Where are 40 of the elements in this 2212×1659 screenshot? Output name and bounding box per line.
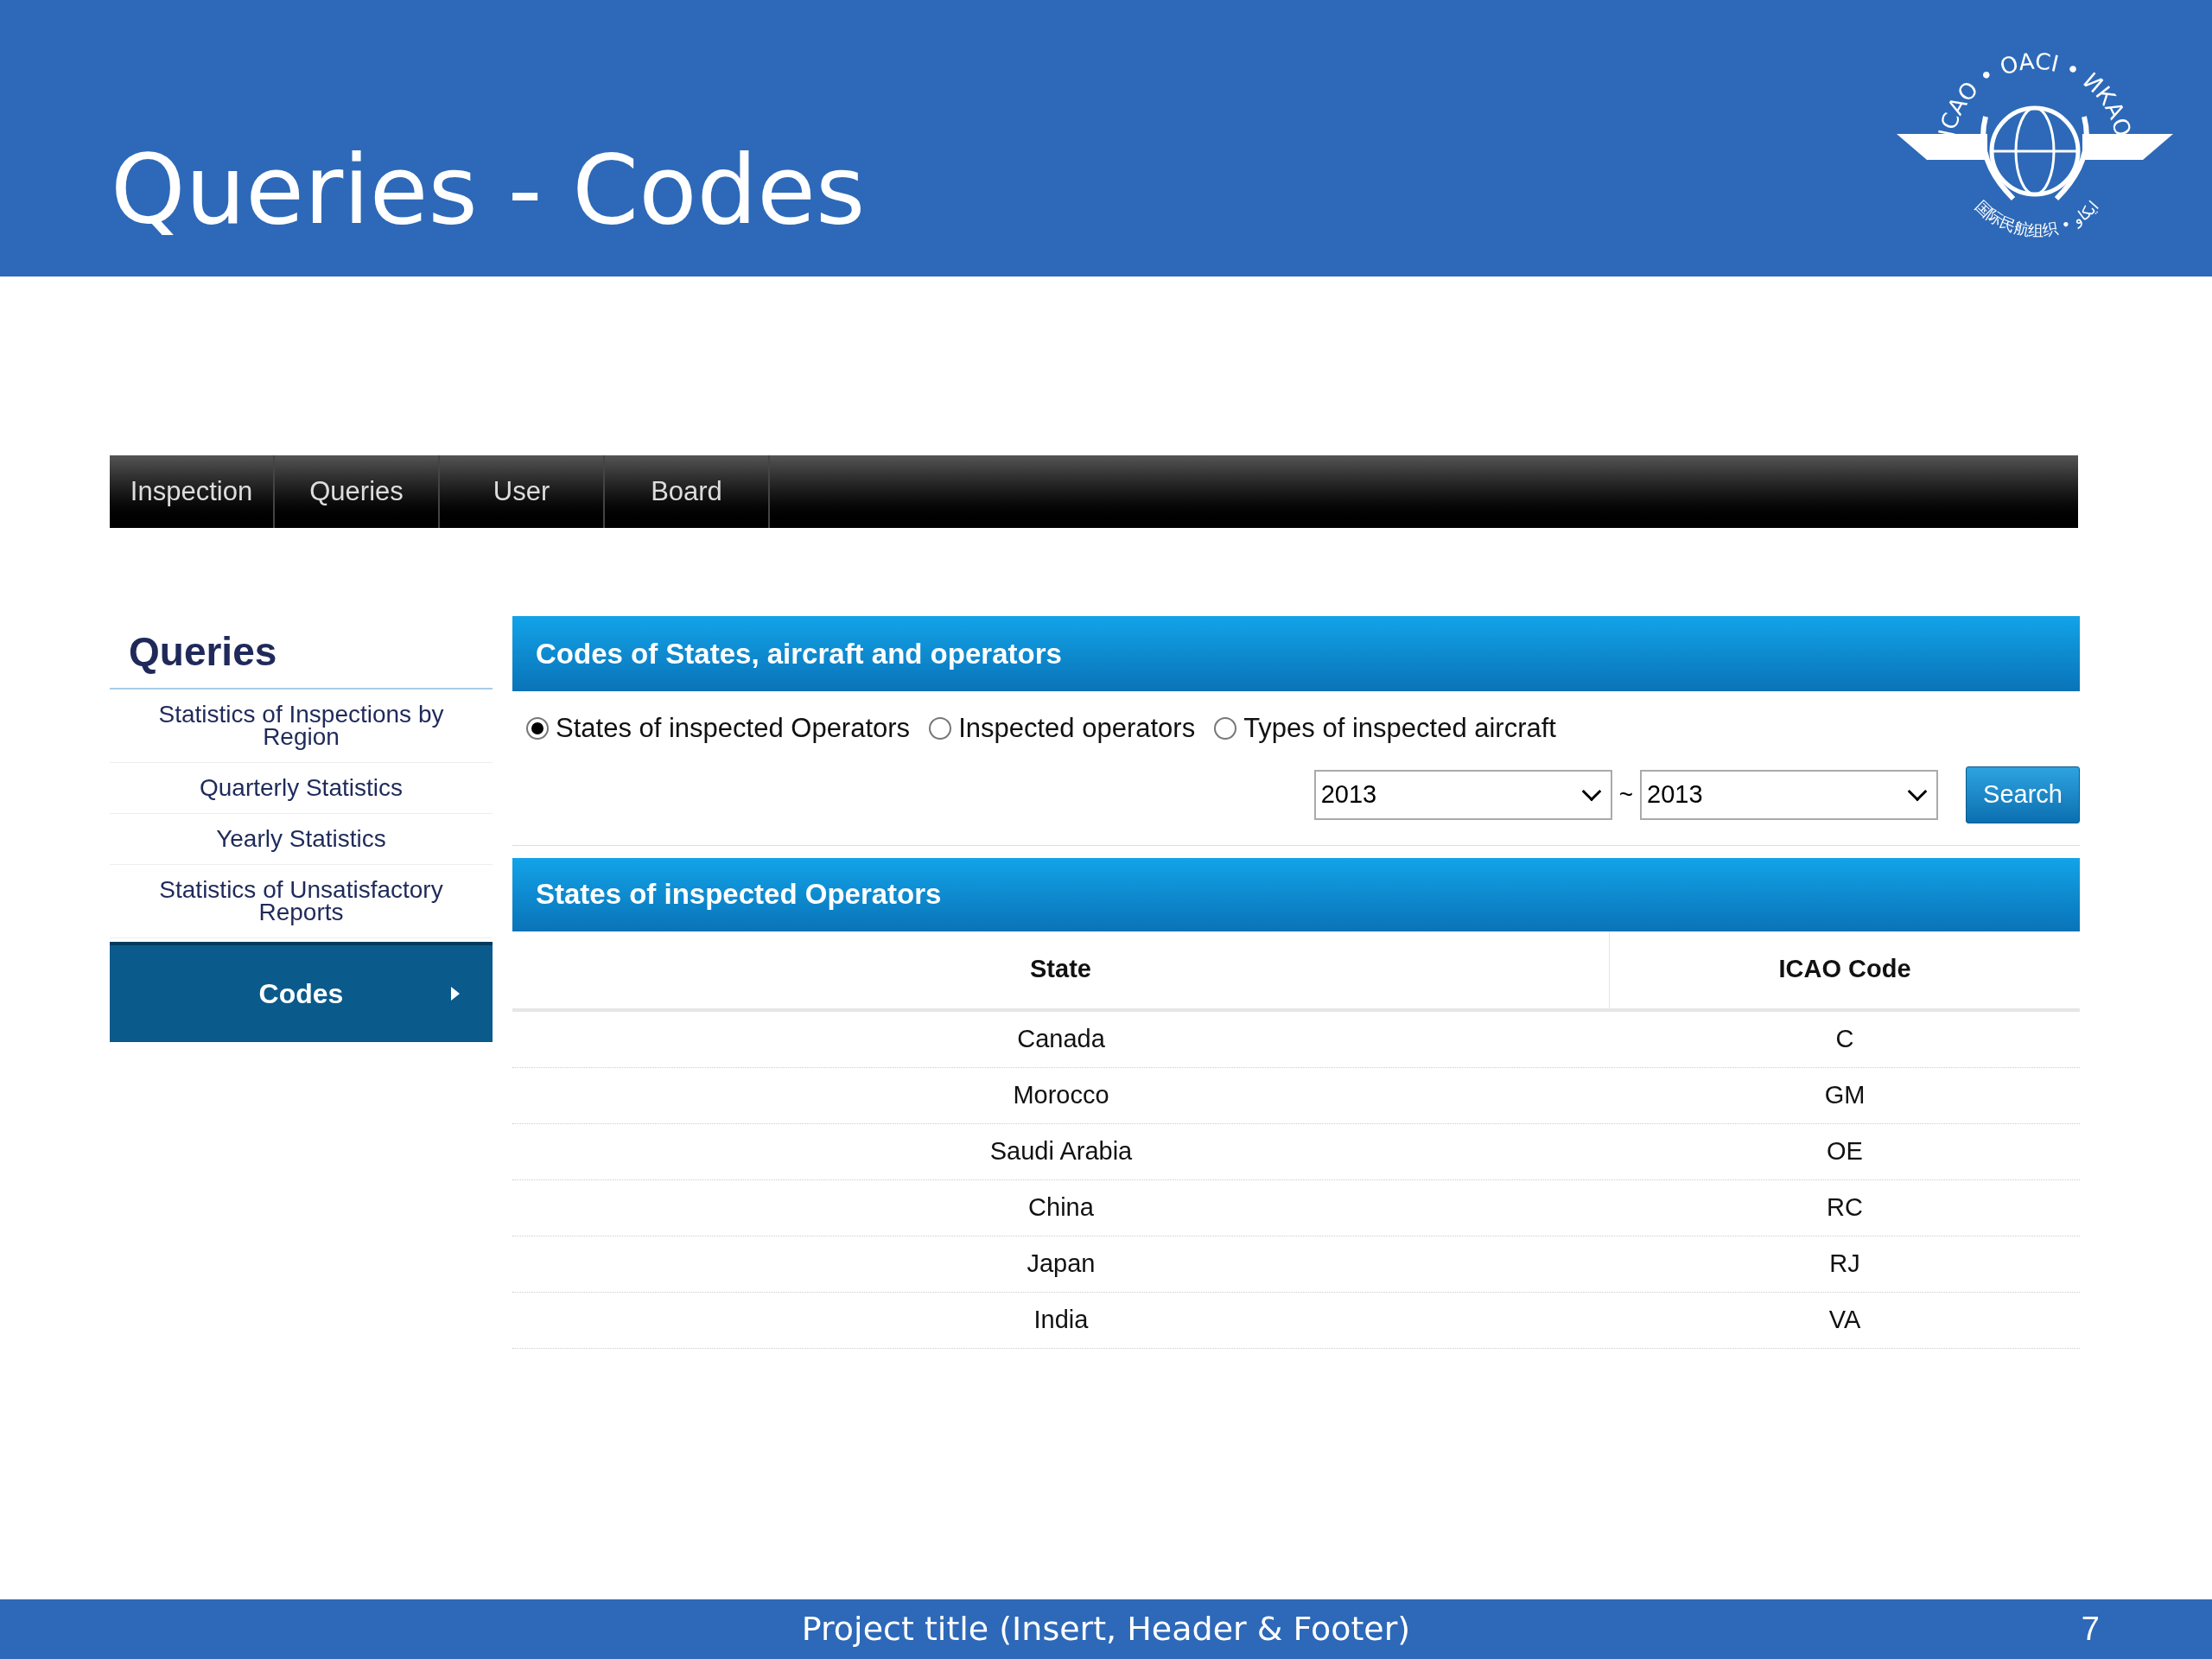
radio-button[interactable] bbox=[526, 717, 549, 741]
footer-text: Project title (Insert, Header & Footer) bbox=[801, 1609, 1411, 1649]
nav-tab[interactable]: Inspection bbox=[110, 455, 275, 528]
table-cell-text: C bbox=[1834, 1023, 1855, 1054]
nav-tab[interactable]: User bbox=[440, 455, 605, 528]
column-header: State bbox=[512, 931, 1610, 1008]
panel-header: Codes of States, aircraft and operators bbox=[512, 616, 2080, 691]
table-cell-text: India bbox=[1033, 1304, 1090, 1335]
results-header: States of inspected Operators bbox=[512, 857, 2080, 931]
year-select[interactable]: 2013 bbox=[1313, 769, 1612, 820]
arrow-icon bbox=[451, 987, 460, 1001]
radio-button[interactable] bbox=[1214, 717, 1237, 741]
table-cell-text: Japan bbox=[1026, 1248, 1096, 1279]
column-header: ICAO Code bbox=[1777, 954, 1912, 985]
table-cell-text: OE bbox=[1826, 1135, 1864, 1166]
sidebar-item[interactable]: Statistics of Inspections by Region bbox=[110, 690, 493, 763]
sidebar-item[interactable]: Yearly Statistics bbox=[110, 814, 493, 865]
table-cell-text: VA bbox=[1827, 1304, 1862, 1335]
nav-tab[interactable]: Board bbox=[605, 455, 770, 528]
radio-option[interactable]: Types of inspected aircraft bbox=[1214, 709, 1556, 749]
radio-option[interactable]: Inspected operators bbox=[929, 709, 1196, 749]
table-cell-text: RC bbox=[1826, 1192, 1864, 1223]
table-cell-text: China bbox=[1027, 1192, 1095, 1223]
radio-option[interactable]: States of inspected Operators bbox=[526, 709, 911, 749]
page-number: 7 bbox=[2081, 1610, 2100, 1649]
slide-title: Queries - Codes bbox=[111, 143, 866, 238]
range-separator: ~ bbox=[1618, 779, 1633, 810]
sidebar-item[interactable]: Codes bbox=[110, 942, 493, 1042]
table-cell-text: GM bbox=[1823, 1079, 1866, 1110]
sidebar-title: Queries bbox=[110, 616, 493, 690]
table-cell-text: Saudi Arabia bbox=[988, 1135, 1134, 1166]
table-cell-text: RJ bbox=[1828, 1248, 1861, 1279]
table-cell-text: Morocco bbox=[1012, 1079, 1110, 1110]
year-select[interactable]: 2013 bbox=[1640, 769, 1938, 820]
radio-button[interactable] bbox=[929, 717, 952, 741]
sidebar-item[interactable]: Quarterly Statistics bbox=[110, 763, 493, 814]
nav-tab[interactable]: Queries bbox=[275, 455, 440, 528]
search-button[interactable]: Search bbox=[1966, 766, 2080, 823]
table-cell-text: Canada bbox=[1016, 1023, 1106, 1054]
sidebar-item[interactable]: Statistics of Unsatisfactory Reports bbox=[110, 865, 493, 938]
